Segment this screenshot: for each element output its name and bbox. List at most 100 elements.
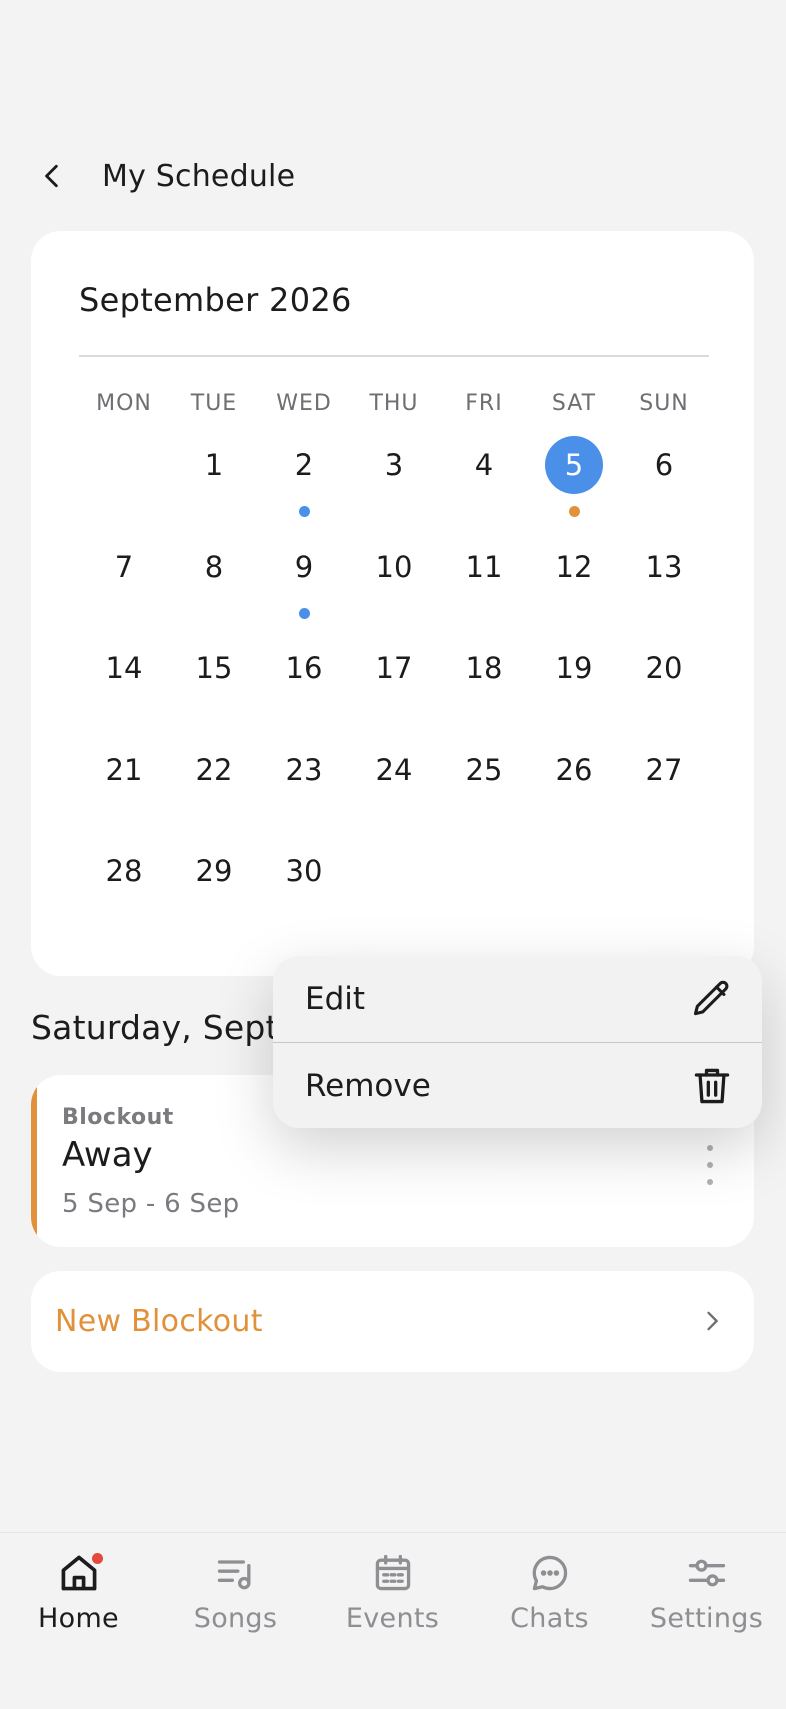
calendar-day[interactable]: 7 — [79, 538, 169, 640]
sliders-icon — [685, 1551, 729, 1595]
nav-songs[interactable]: Songs — [157, 1551, 314, 1661]
calendar-day[interactable]: 16 — [259, 639, 349, 741]
calendar-day-number: 28 — [105, 854, 143, 888]
calendar-day[interactable]: 1 — [169, 436, 259, 538]
calendar-day-number: 30 — [285, 854, 323, 888]
event-indicator-dot — [568, 506, 580, 517]
nav-songs-label: Songs — [193, 1603, 278, 1634]
calendar-day[interactable]: 22 — [169, 741, 259, 843]
calendar-day-number: 6 — [654, 448, 674, 482]
calendar-day[interactable]: 23 — [259, 741, 349, 843]
calendar-day-number: 4 — [474, 448, 494, 482]
calendar-day-number: 19 — [555, 651, 593, 685]
weekday-label: TUE — [190, 391, 238, 416]
weekday-label: MON — [96, 391, 152, 416]
calendar-day[interactable]: 11 — [439, 538, 529, 640]
calendar-day-number: 17 — [375, 651, 413, 685]
page-title: My Schedule — [102, 158, 296, 194]
calendar-day-number: 2 — [294, 448, 314, 482]
calendar-day-number: 7 — [114, 549, 134, 584]
calendar-day[interactable]: 6 — [619, 436, 709, 538]
calendar-day-number: 14 — [105, 651, 143, 685]
calendar-day-number: 24 — [375, 752, 413, 787]
nav-home[interactable]: Home — [0, 1551, 157, 1661]
calendar-day[interactable]: 20 — [619, 639, 709, 741]
new-blockout-button[interactable]: New Blockout — [31, 1271, 754, 1372]
calendar-day-number: 27 — [645, 752, 683, 787]
blockout-date-range: 5 Sep - 6 Sep — [62, 1189, 240, 1219]
edit-menu-item[interactable]: Edit — [273, 956, 762, 1042]
calendar-days-grid: 1 2 3 4 5 6 7 8 9 10 11 12 13 14 15 16 17 18 19 20 21 22 23 24 2… — [79, 436, 709, 944]
back-button[interactable] — [32, 150, 72, 202]
calendar-day[interactable]: 29 — [169, 842, 259, 944]
calendar-day-number: 16 — [285, 651, 323, 685]
calendar-day[interactable]: 12 — [529, 538, 619, 640]
calendar-day-number: 11 — [465, 549, 503, 584]
calendar-day[interactable]: 2 — [259, 436, 349, 538]
bottom-navigation: Home Songs Events Chats Settings — [0, 1532, 786, 1709]
calendar-day[interactable]: 15 — [169, 639, 259, 741]
calendar-day[interactable]: 27 — [619, 741, 709, 843]
calendar-day[interactable]: 10 — [349, 538, 439, 640]
calendar-day-number: 3 — [384, 448, 404, 482]
calendar-month-label: September 2026 — [79, 281, 352, 319]
remove-menu-item[interactable]: Remove — [273, 1042, 762, 1128]
calendar-day[interactable]: 28 — [79, 842, 169, 944]
weekday-row: MON TUE WED THU FRI SAT SUN — [79, 391, 709, 416]
calendar-day[interactable]: 25 — [439, 741, 529, 843]
calendar-day[interactable]: 3 — [349, 436, 439, 538]
calendar-day-number: 1 — [204, 448, 224, 482]
calendar-day[interactable]: 13 — [619, 538, 709, 640]
calendar-day-number: 22 — [195, 752, 233, 787]
calendar-day[interactable]: 19 — [529, 639, 619, 741]
trash-icon — [694, 1068, 730, 1104]
calendar-day[interactable]: 18 — [439, 639, 529, 741]
calendar-day[interactable]: 9 — [259, 538, 349, 640]
nav-chats[interactable]: Chats — [471, 1551, 628, 1661]
calendar-day[interactable]: 8 — [169, 538, 259, 640]
remove-label: Remove — [305, 1067, 431, 1104]
home-icon — [57, 1551, 103, 1595]
calendar-day-number: 10 — [375, 549, 413, 584]
calendar-day[interactable]: 4 — [439, 436, 529, 538]
calendar-day[interactable]: 21 — [79, 741, 169, 843]
calendar-day-number: 12 — [555, 549, 593, 584]
new-blockout-label: New Blockout — [55, 1304, 263, 1339]
weekday-label: SAT — [551, 391, 597, 416]
more-options-icon[interactable] — [700, 1145, 720, 1185]
calendar-day[interactable]: 17 — [349, 639, 439, 741]
event-indicator-dot — [298, 506, 310, 517]
calendar-day[interactable]: 30 — [259, 842, 349, 944]
chevron-right-icon — [707, 1311, 718, 1331]
nav-settings[interactable]: Settings — [628, 1551, 785, 1661]
calendar-icon — [371, 1551, 415, 1595]
nav-events-label: Events — [345, 1603, 440, 1634]
calendar-day-number: 21 — [105, 752, 143, 787]
weekday-label: FRI — [465, 391, 503, 416]
calendar-day-number: 25 — [465, 752, 503, 787]
calendar-divider — [79, 355, 709, 357]
calendar-day-selected[interactable]: 5 — [529, 436, 619, 538]
notification-badge — [91, 1553, 103, 1564]
blockout-accent-bar — [31, 1075, 37, 1247]
calendar-day-number: 15 — [195, 651, 233, 685]
event-indicator-dot — [298, 607, 310, 619]
header: My Schedule — [32, 150, 295, 202]
calendar-day[interactable]: 26 — [529, 741, 619, 843]
weekday-label: SUN — [639, 391, 689, 416]
pencil-icon — [693, 980, 729, 1016]
calendar-day[interactable]: 24 — [349, 741, 439, 843]
calendar-day[interactable]: 14 — [79, 639, 169, 741]
schedule-screen: My Schedule September 2026 MON TUE WED T… — [0, 0, 786, 1709]
calendar-day-number: 20 — [645, 651, 683, 685]
calendar-day-number: 8 — [204, 549, 224, 584]
chat-bubble-icon — [528, 1551, 572, 1595]
nav-chats-label: Chats — [510, 1603, 589, 1634]
calendar-day-number: 23 — [285, 752, 323, 787]
nav-events[interactable]: Events — [314, 1551, 471, 1661]
weekday-label: THU — [369, 391, 419, 416]
nav-home-label: Home — [38, 1603, 119, 1634]
calendar-day-number: 18 — [465, 651, 503, 685]
weekday-label: WED — [276, 391, 332, 416]
music-list-icon — [214, 1551, 258, 1595]
